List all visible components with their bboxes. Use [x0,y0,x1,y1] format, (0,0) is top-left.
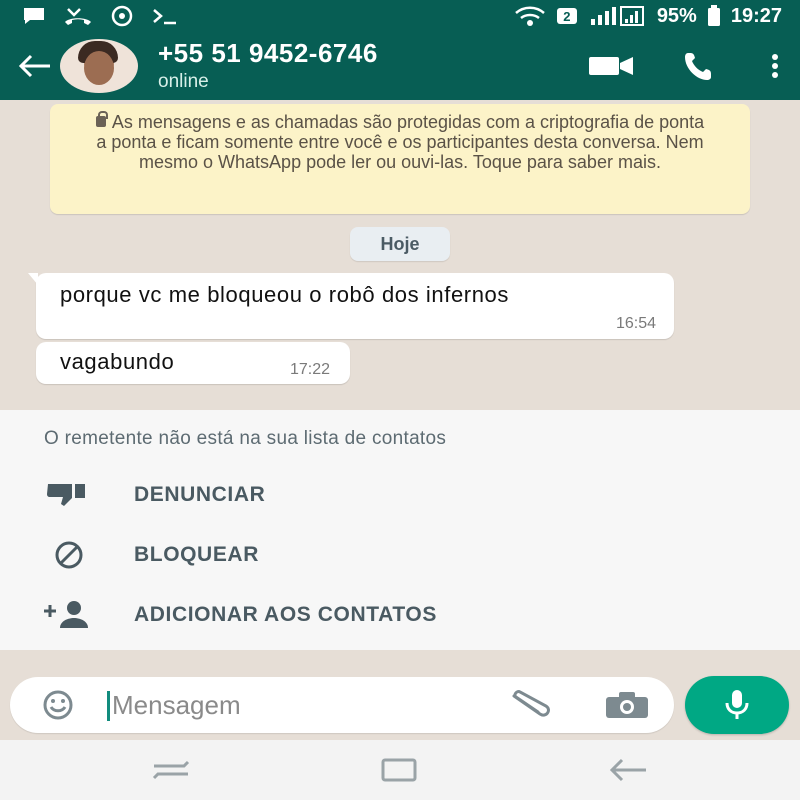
mic-button[interactable] [685,676,789,734]
report-button[interactable]: DENUNCIAR [0,470,800,520]
system-back-button[interactable] [608,757,648,783]
camera-button[interactable] [604,691,650,719]
status-left [22,4,178,28]
chat-header: +55 51 9452-6746 online [0,32,800,100]
message-input[interactable] [106,677,486,733]
report-label: DENUNCIAR [134,483,266,506]
attach-button[interactable] [504,690,554,720]
battery-icon [707,5,721,27]
block-button[interactable]: BLOQUEAR [0,530,800,580]
unknown-sender-panel: O remetente não está na sua lista de con… [0,410,800,650]
message-time: 17:22 [289,361,330,378]
back-icon [609,758,646,782]
message-bubble[interactable]: vagabundo 17:22 [36,342,350,384]
attach-icon [512,690,550,717]
more-options-button[interactable] [770,53,780,79]
block-icon [42,540,102,570]
video-call-button[interactable] [588,55,634,77]
add-contact-button[interactable]: ADICIONAR AOS CONTATOS [0,590,800,640]
emoji-button[interactable] [34,688,82,722]
thumbs-down-icon [42,482,102,508]
text-caret [107,691,110,721]
block-label: BLOQUEAR [134,543,259,566]
contact-info[interactable]: +55 51 9452-6746 online [158,38,378,94]
message-composer[interactable] [10,677,674,733]
date-chip: Hoje [350,227,450,261]
unknown-sender-title: O remetente não está na sua lista de con… [44,428,447,449]
message-text: porque vc me bloqueou o robô dos inferno… [60,282,509,307]
back-button[interactable] [10,32,60,100]
add-contact-label: ADICIONAR AOS CONTATOS [134,603,437,626]
home-icon [381,758,417,782]
voice-call-button[interactable] [682,51,722,81]
navigation-bar [0,740,800,800]
contact-status: online [158,71,209,92]
bubble-tail [28,273,38,285]
signal-icon [587,5,647,27]
status-bar: 2 95% 19:27 [0,0,800,32]
phone-icon [685,53,711,80]
home-button[interactable] [380,757,418,783]
video-call-icon [589,57,633,75]
avatar[interactable] [60,39,138,93]
status-right: 2 95% 19:27 [513,5,782,28]
chat-notification-icon [22,6,46,26]
chat-area[interactable]: As mensagens e as chamadas são protegida… [0,100,800,410]
encryption-notice-text: As mensagens e as chamadas são protegida… [96,112,705,172]
recents-icon [152,760,190,780]
status-time: 19:27 [730,4,782,27]
avatar-face [84,51,114,85]
message-time: 16:54 [615,315,656,332]
battery-percent: 95% [656,4,697,27]
more-vert-icon [772,54,778,78]
composer-area [0,650,800,740]
back-arrow-icon [18,54,50,78]
add-contact-icon [42,600,102,630]
header-actions [588,32,780,100]
lock-icon [95,111,108,127]
camera-icon [606,692,648,718]
encryption-notice[interactable]: As mensagens e as chamadas são protegida… [50,104,750,214]
sim-badge: 2 [556,8,577,24]
message-text: vagabundo [60,349,175,374]
mic-icon [725,690,749,719]
message-bubble[interactable]: porque vc me bloqueou o robô dos inferno… [28,273,674,339]
emoji-icon [43,690,73,720]
missed-call-icon [64,6,92,26]
contact-name: +55 51 9452-6746 [158,38,378,68]
wifi-icon [513,5,547,27]
terminal-icon [152,6,178,26]
sync-icon [110,4,134,28]
recents-button[interactable] [152,758,190,782]
